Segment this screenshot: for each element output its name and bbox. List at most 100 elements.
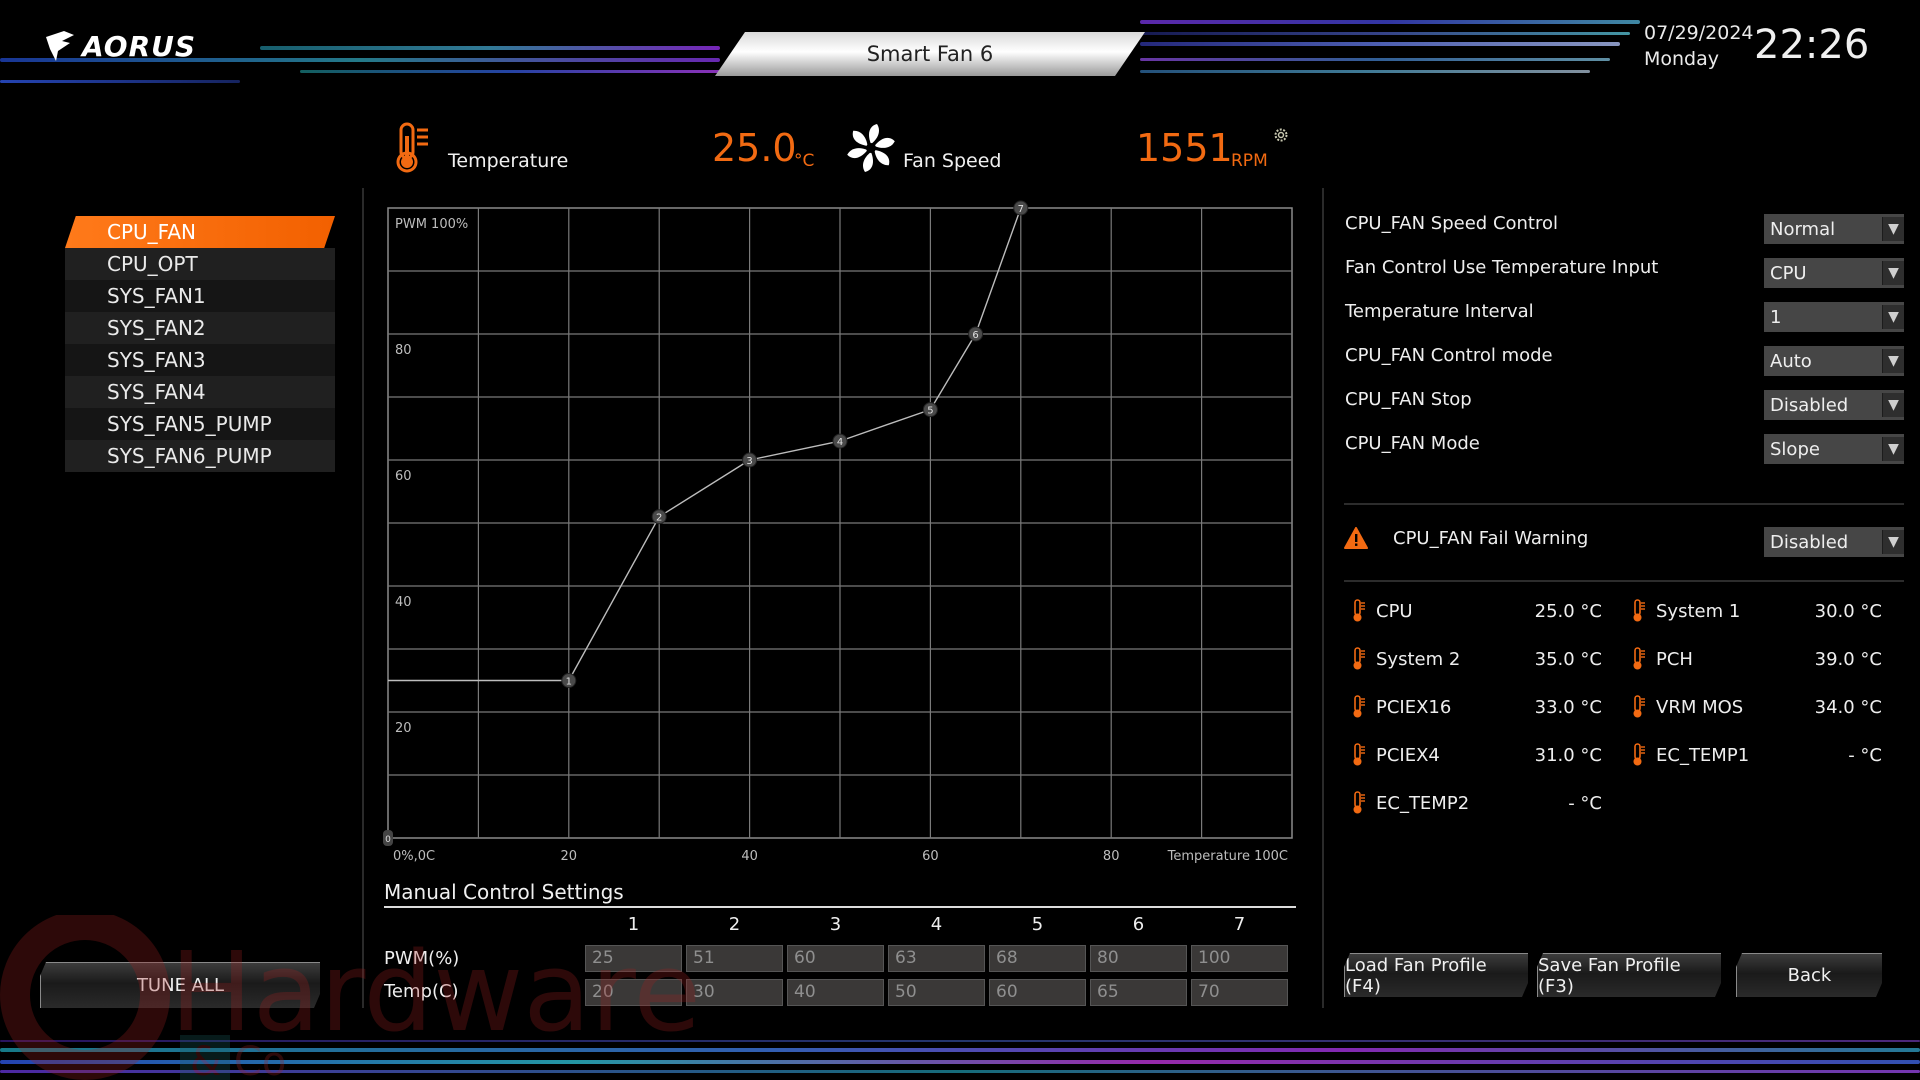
tune-all-button[interactable]: TUNE ALL (40, 962, 320, 1008)
curve-point-label: 2 (656, 513, 662, 524)
fail-warning-dropdown[interactable]: Disabled ▼ (1764, 527, 1904, 557)
fan-item-sys-fan4[interactable]: SYS_FAN4 (65, 376, 335, 408)
curve-point-5[interactable]: 5 (922, 402, 938, 418)
curve-point-6[interactable]: 6 (968, 326, 984, 342)
pwm-input-point-6[interactable]: 80 (1090, 945, 1187, 972)
setting-dropdown-cpu-fan-speed-control[interactable]: Normal ▼ (1764, 214, 1904, 244)
pwm-input-point-7[interactable]: 100 (1191, 945, 1288, 972)
fan-item-sys-fan1[interactable]: SYS_FAN1 (65, 280, 335, 312)
fan-item-sys-fan6-pump[interactable]: SYS_FAN6_PUMP (65, 440, 335, 472)
clock: 22:26 (1754, 22, 1870, 68)
fan-item-cpu-fan[interactable]: CPU_FAN (65, 216, 335, 248)
x-tick-label: 40 (741, 849, 758, 864)
sensor-system-2: System 2 35.0 °C (1352, 646, 1602, 672)
fan-item-sys-fan3[interactable]: SYS_FAN3 (65, 344, 335, 376)
fan-item-label: SYS_FAN5_PUMP (107, 412, 272, 436)
sensor-label: CPU (1376, 600, 1413, 622)
sensor-system-1: System 1 30.0 °C (1632, 598, 1882, 624)
curve-point-label: 6 (972, 330, 978, 341)
curve-point-label: 5 (927, 406, 933, 417)
temperature-label: Temperature (448, 150, 569, 172)
curve-point-1[interactable]: 1 (561, 673, 577, 688)
back-button[interactable]: Back (1736, 953, 1882, 997)
sensor-value: 31.0 °C (1534, 744, 1602, 766)
setting-label: Temperature Interval (1345, 301, 1534, 322)
gear-icon[interactable] (1273, 127, 1289, 143)
temp-input-point-6[interactable]: 65 (1090, 979, 1187, 1006)
curve-point-label: 7 (1018, 204, 1024, 215)
sensor-ec-temp2: EC_TEMP2 - °C (1352, 790, 1602, 816)
setting-dropdown-cpu-fan-control-mode[interactable]: Auto ▼ (1764, 346, 1904, 376)
y-tick-label: 40 (395, 595, 412, 610)
curve-point-3[interactable]: 3 (742, 452, 758, 468)
x-tick-label: 20 (561, 849, 578, 864)
temp-input-point-4[interactable]: 50 (888, 979, 985, 1006)
fan-item-sys-fan2[interactable]: SYS_FAN2 (65, 312, 335, 344)
date-block: 07/29/2024 Monday (1644, 20, 1754, 72)
load-fan-profile-button[interactable]: Load Fan Profile (F4) (1344, 953, 1528, 997)
temp-input-point-2[interactable]: 30 (686, 979, 783, 1006)
fail-warning-label: CPU_FAN Fail Warning (1393, 528, 1589, 549)
pwm-input-point-5[interactable]: 68 (989, 945, 1086, 972)
point-column-header: 3 (829, 914, 842, 935)
left-divider (362, 188, 364, 1008)
curve-point-label: 3 (746, 456, 752, 467)
x-tick-label: 80 (1103, 849, 1120, 864)
thermometer-icon (1632, 599, 1646, 623)
chevron-down-icon: ▼ (1882, 261, 1904, 285)
pwm-input-point-4[interactable]: 63 (888, 945, 985, 972)
thermometer-icon (1352, 599, 1366, 623)
curve-point-label: 4 (837, 437, 843, 448)
curve-segment (929, 333, 977, 410)
curve-point-2[interactable]: 2 (651, 509, 667, 525)
sensor-value: 39.0 °C (1814, 648, 1882, 670)
setting-label: Fan Control Use Temperature Input (1345, 257, 1659, 278)
setting-dropdown-fan-control-use-temperature-input[interactable]: CPU ▼ (1764, 258, 1904, 288)
thermometer-icon (1352, 791, 1366, 815)
fan-item-cpu-opt[interactable]: CPU_OPT (65, 248, 335, 280)
curve-origin-point[interactable]: 0 (383, 830, 393, 846)
curve-point-4[interactable]: 4 (832, 433, 848, 449)
temp-row-label: Temp(C) (384, 981, 459, 1002)
load-fan-profile-label: Load Fan Profile (F4) (1345, 954, 1487, 997)
point-column-header: 5 (1031, 914, 1044, 935)
point-column-header: 4 (930, 914, 943, 935)
setting-dropdown-cpu-fan-mode[interactable]: Slope ▼ (1764, 434, 1904, 464)
setting-dropdown-temperature-interval[interactable]: 1 ▼ (1764, 302, 1904, 332)
x-tick-label: 60 (922, 849, 939, 864)
fan-icon (847, 124, 895, 172)
brand-name: AORUS (82, 29, 197, 63)
fan-speed-unit: RPM (1231, 151, 1268, 171)
temp-input-point-3[interactable]: 40 (787, 979, 884, 1006)
curve-segment (839, 408, 931, 442)
y-tick-label: 60 (395, 469, 412, 484)
pwm-row-label: PWM(%) (384, 948, 460, 969)
save-fan-profile-button[interactable]: Save Fan Profile (F3) (1537, 953, 1721, 997)
thermometer-icon (1352, 647, 1366, 671)
sensor-value: - °C (1568, 792, 1602, 814)
pwm-input-point-3[interactable]: 60 (787, 945, 884, 972)
point-column-header: 1 (627, 914, 640, 935)
setting-dropdown-cpu-fan-stop[interactable]: Disabled ▼ (1764, 390, 1904, 420)
temp-input-point-7[interactable]: 70 (1191, 979, 1288, 1006)
pwm-input-point-2[interactable]: 51 (686, 945, 783, 972)
sensor-label: EC_TEMP1 (1656, 744, 1750, 766)
temp-input-point-1[interactable]: 20 (585, 979, 682, 1006)
fan-item-sys-fan5-pump[interactable]: SYS_FAN5_PUMP (65, 408, 335, 440)
x-axis-label: Temperature 100C (1167, 849, 1288, 864)
point-column-header: 6 (1132, 914, 1145, 935)
pwm-input-point-1[interactable]: 25 (585, 945, 682, 972)
setting-value: Normal (1770, 218, 1836, 240)
origin-label: 0%,0C (393, 849, 435, 864)
sensor-ec-temp1: EC_TEMP1 - °C (1632, 742, 1882, 768)
sensor-label: VRM MOS (1656, 696, 1744, 718)
y-tick-label: 20 (395, 721, 412, 736)
setting-value: Auto (1770, 350, 1812, 372)
curve-segment (658, 459, 750, 518)
fan-curve-chart[interactable]: 0 1 2 3 4 5 6 7 PWM 100% 20 40 60 80 20 40 60 80 0%,0C Te… (380, 200, 1310, 870)
temp-input-point-5[interactable]: 60 (989, 979, 1086, 1006)
chevron-down-icon: ▼ (1882, 393, 1904, 417)
sensor-cpu: CPU 25.0 °C (1352, 598, 1602, 624)
weekday: Monday (1644, 48, 1720, 70)
curve-point-7[interactable]: 7 (1013, 200, 1029, 216)
